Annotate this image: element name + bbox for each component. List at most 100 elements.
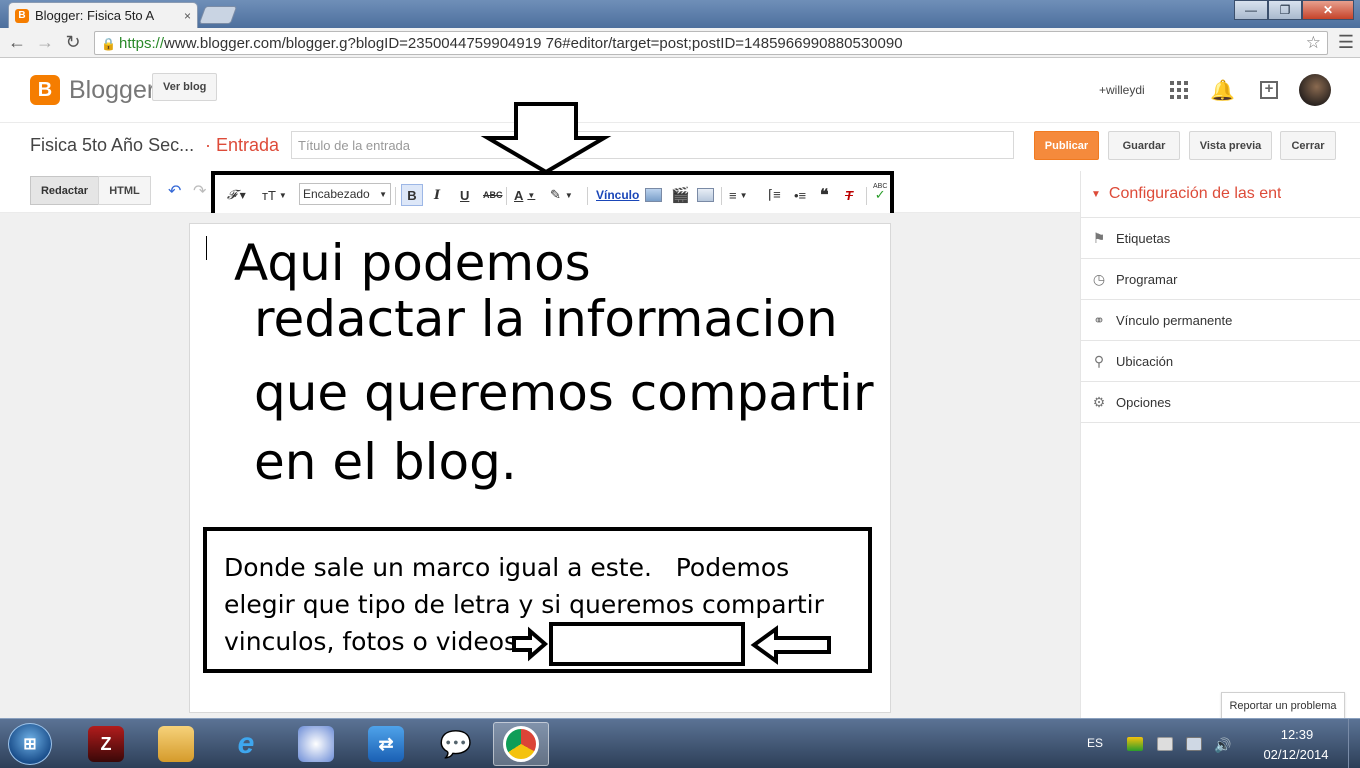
link-button[interactable]: Vínculo	[596, 184, 639, 206]
minimize-button[interactable]: —	[1234, 0, 1268, 20]
preview-button[interactable]: Vista previa	[1189, 131, 1272, 160]
toolbar-divider	[506, 187, 507, 205]
sidebar-item-label: Etiquetas	[1116, 230, 1171, 246]
note-line: elegir que tipo de letra y si queremos c…	[224, 590, 824, 619]
clock-time[interactable]: 12:39	[1262, 727, 1332, 742]
font-size-glyph: тT	[262, 187, 276, 203]
start-button[interactable]: ⊞	[8, 723, 52, 765]
down-arrow-annotation	[480, 102, 612, 175]
blog-title[interactable]: Fisica 5to Año Sec...	[30, 135, 194, 156]
lock-icon: 🔒	[101, 37, 116, 51]
post-settings-title: Configuración de las ent	[1108, 185, 1282, 202]
show-desktop-button[interactable]	[1348, 719, 1360, 768]
share-plus-icon[interactable]: +	[1260, 81, 1278, 99]
underline-button[interactable]: U	[460, 184, 469, 206]
network-icon[interactable]	[1186, 737, 1202, 751]
align-icon[interactable]: ≡ ▼	[729, 184, 748, 206]
action-center-icon[interactable]	[1157, 737, 1173, 751]
reload-icon[interactable]: ↻	[62, 32, 84, 53]
volume-icon[interactable]: 🔊	[1214, 737, 1231, 753]
publish-button[interactable]: Publicar	[1034, 131, 1099, 160]
taskbar-app-explorer[interactable]	[148, 722, 204, 766]
right-arrow-annotation	[512, 626, 549, 662]
text-color-button[interactable]: A ▼	[514, 184, 535, 206]
entry-mode-label: · Entrada	[205, 135, 280, 155]
clock-date[interactable]: 02/12/2014	[1252, 747, 1340, 762]
browser-tab-active[interactable]: B Blogger: Fisica 5to A ×	[8, 2, 198, 28]
tab-compose[interactable]: Redactar	[30, 176, 99, 205]
undo-icon[interactable]: ↶	[168, 181, 181, 201]
window-controls: — ❐ ✕	[1234, 0, 1354, 20]
tab-close-icon[interactable]: ×	[184, 9, 191, 23]
game-app-icon: Z	[88, 726, 124, 762]
avatar[interactable]	[1299, 74, 1331, 106]
font-family-icon[interactable]: 𝓕 ▼	[227, 184, 246, 206]
user-name[interactable]: +willeydi	[1099, 83, 1145, 97]
new-tab-button[interactable]	[198, 6, 238, 24]
sidebar-item-schedule[interactable]: ◷ Programar	[1081, 259, 1360, 300]
chevron-down-icon: ▼	[379, 189, 387, 199]
taskbar-app-utility[interactable]	[288, 722, 344, 766]
sidebar-item-location[interactable]: ⚲ Ubicación	[1081, 341, 1360, 382]
blogger-brand[interactable]: Blogger	[69, 76, 155, 105]
view-blog-button[interactable]: Ver blog	[152, 73, 218, 101]
close-window-button[interactable]: ✕	[1302, 0, 1354, 20]
gear-icon: ⚙	[1092, 393, 1106, 410]
toolbar-divider	[721, 187, 722, 205]
antivirus-tray-icon[interactable]	[1127, 737, 1143, 751]
note-line: Donde sale un marco igual a este. Podemo…	[224, 553, 790, 582]
notifications-bell-icon[interactable]: 🔔	[1210, 78, 1235, 103]
close-button[interactable]: Cerrar	[1280, 131, 1336, 160]
highlight-color-icon[interactable]: ✎ ▼	[550, 184, 573, 206]
paragraph-format-select[interactable]: Encabezado ▼	[299, 183, 391, 205]
spellcheck-button[interactable]: ABC ✓	[873, 183, 887, 205]
browser-titlebar: B Blogger: Fisica 5to A × — ❐ ✕	[0, 0, 1360, 28]
insert-jump-break-icon[interactable]	[697, 184, 714, 206]
save-button[interactable]: Guardar	[1108, 131, 1180, 160]
blogger-logo-icon[interactable]: B	[30, 75, 60, 105]
sidebar-item-label: Programar	[1116, 271, 1178, 287]
sidebar-item-labels[interactable]: ⚑ Etiquetas	[1081, 218, 1360, 259]
report-problem-button[interactable]: Reportar un problema	[1221, 692, 1345, 719]
italic-button[interactable]: I	[434, 184, 440, 206]
bold-button[interactable]: B	[401, 184, 423, 206]
apps-grid-icon[interactable]	[1170, 81, 1188, 99]
strikethrough-button[interactable]: ABC	[483, 184, 503, 206]
sidebar-item-options[interactable]: ⚙ Opciones	[1081, 382, 1360, 423]
redo-icon[interactable]: ↷	[193, 181, 206, 201]
remove-format-icon[interactable]: T	[845, 184, 853, 206]
numbered-list-icon[interactable]: ⌈≡	[768, 184, 781, 206]
input-language[interactable]: ES	[1087, 736, 1103, 750]
taskbar-app-chrome[interactable]	[493, 722, 549, 766]
quote-icon[interactable]: ❝	[820, 184, 829, 206]
blogger-favicon-icon: B	[15, 8, 29, 23]
insert-video-icon[interactable]: 🎬	[671, 184, 690, 206]
text-caret	[206, 236, 207, 260]
toolbar-divider	[866, 187, 867, 205]
maximize-button[interactable]: ❐	[1268, 0, 1302, 20]
taskbar-app-ie[interactable]: e	[218, 722, 274, 766]
taskbar-app-teamviewer[interactable]: ⇄	[358, 722, 414, 766]
taskbar-app-game[interactable]: Z	[78, 722, 134, 766]
taskbar-app-messenger[interactable]: 💬	[428, 722, 484, 766]
post-title-input[interactable]	[291, 131, 1014, 159]
address-bar[interactable]: 🔒 https://www.blogger.com/blogger.g?blog…	[94, 31, 1328, 55]
back-arrow-icon[interactable]: ←	[6, 32, 28, 53]
body-text-line: redactar la informacion	[254, 290, 838, 348]
font-family-glyph: 𝓕	[227, 187, 237, 203]
sidebar-item-permalink[interactable]: ⚭ Vínculo permanente	[1081, 300, 1360, 341]
clock-icon: ◷	[1092, 270, 1106, 287]
bulleted-list-icon[interactable]: •≡	[794, 184, 806, 206]
browser-menu-icon[interactable]: ☰	[1338, 32, 1354, 53]
chrome-icon	[503, 726, 539, 762]
tab-html[interactable]: HTML	[98, 176, 151, 205]
body-text-line: en el blog.	[254, 433, 517, 491]
forward-arrow-icon[interactable]: →	[34, 32, 56, 53]
insert-image-icon[interactable]	[645, 184, 662, 206]
post-settings-header[interactable]: ▼ Configuración de las ent	[1081, 171, 1360, 218]
pin-icon: ⚲	[1093, 352, 1105, 369]
caret-down-icon: ▼	[1091, 188, 1101, 200]
sidebar-item-label: Ubicación	[1116, 353, 1174, 369]
font-size-icon[interactable]: тT ▼	[262, 184, 287, 206]
bookmark-star-icon[interactable]: ☆	[1306, 33, 1321, 53]
